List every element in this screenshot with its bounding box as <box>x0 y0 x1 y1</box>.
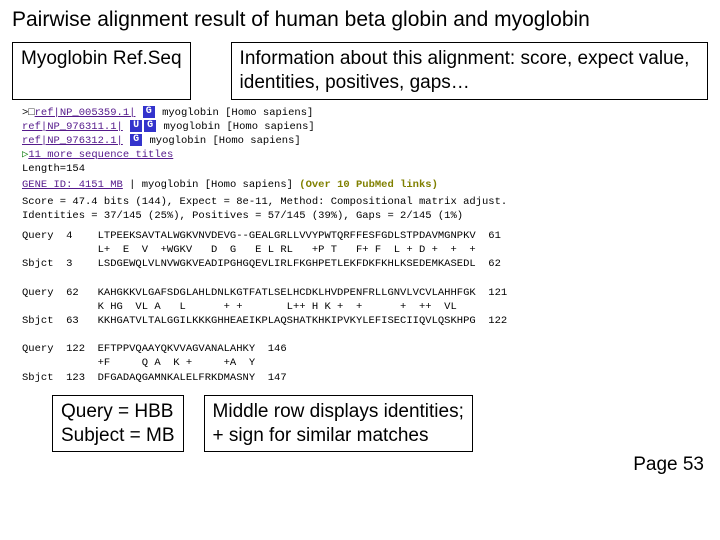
badge-g2-icon: G <box>144 120 156 132</box>
ref3-link[interactable]: ref|NP_976312.1| <box>22 135 123 147</box>
gene-line: GENE ID: 4151 MB | myoglobin [Homo sapie… <box>22 178 698 192</box>
info-callout-box: Information about this alignment: score,… <box>231 42 708 100</box>
ref1-desc: myoglobin [Homo sapiens] <box>162 107 313 119</box>
page-number: Page 53 <box>12 454 708 476</box>
bottom-row: Query = HBB Subject = MB Middle row disp… <box>12 395 708 453</box>
alignment-block: Query 4 LTPEEKSAVTALWGKVNVDEVG--GEALGRLL… <box>22 229 698 385</box>
gene-id-link[interactable]: GENE ID: 4151 MB <box>22 179 123 191</box>
ref3-desc: myoglobin [Homo sapiens] <box>149 135 300 147</box>
top-row: Myoglobin Ref.Seq Information about this… <box>12 42 708 100</box>
pubmed-links: (Over 10 PubMed links) <box>299 179 438 191</box>
ref-line-1: >□ref|NP_005359.1| G myoglobin [Homo sap… <box>22 106 698 120</box>
identities-line: Identities = 37/145 (25%), Positives = 5… <box>22 209 698 223</box>
ref-line-2: ref|NP_976311.1| UG myoglobin [Homo sapi… <box>22 120 698 134</box>
badge-u-icon: U <box>130 120 142 132</box>
more-titles-line: ▷11 more sequence titles <box>22 148 698 162</box>
ref2-desc: myoglobin [Homo sapiens] <box>163 121 314 133</box>
blast-output: >□ref|NP_005359.1| G myoglobin [Homo sap… <box>22 106 698 385</box>
slide-title: Pairwise alignment result of human beta … <box>12 8 708 32</box>
middle-row-box: Middle row displays identities; + sign f… <box>204 395 473 453</box>
badge-g3-icon: G <box>130 134 142 146</box>
more-titles-link[interactable]: 11 more sequence titles <box>28 149 173 161</box>
ref1-link[interactable]: ref|NP_005359.1| <box>35 107 136 119</box>
ref2-link[interactable]: ref|NP_976311.1| <box>22 121 123 133</box>
badge-g-icon: G <box>143 106 155 118</box>
ref-line-3: ref|NP_976312.1| G myoglobin [Homo sapie… <box>22 134 698 148</box>
query-subject-box: Query = HBB Subject = MB <box>52 395 184 453</box>
myoglobin-label-box: Myoglobin Ref.Seq <box>12 42 191 100</box>
length-line: Length=154 <box>22 162 698 176</box>
score-line: Score = 47.4 bits (144), Expect = 8e-11,… <box>22 195 698 209</box>
gene-desc: | myoglobin [Homo sapiens] <box>123 179 299 191</box>
